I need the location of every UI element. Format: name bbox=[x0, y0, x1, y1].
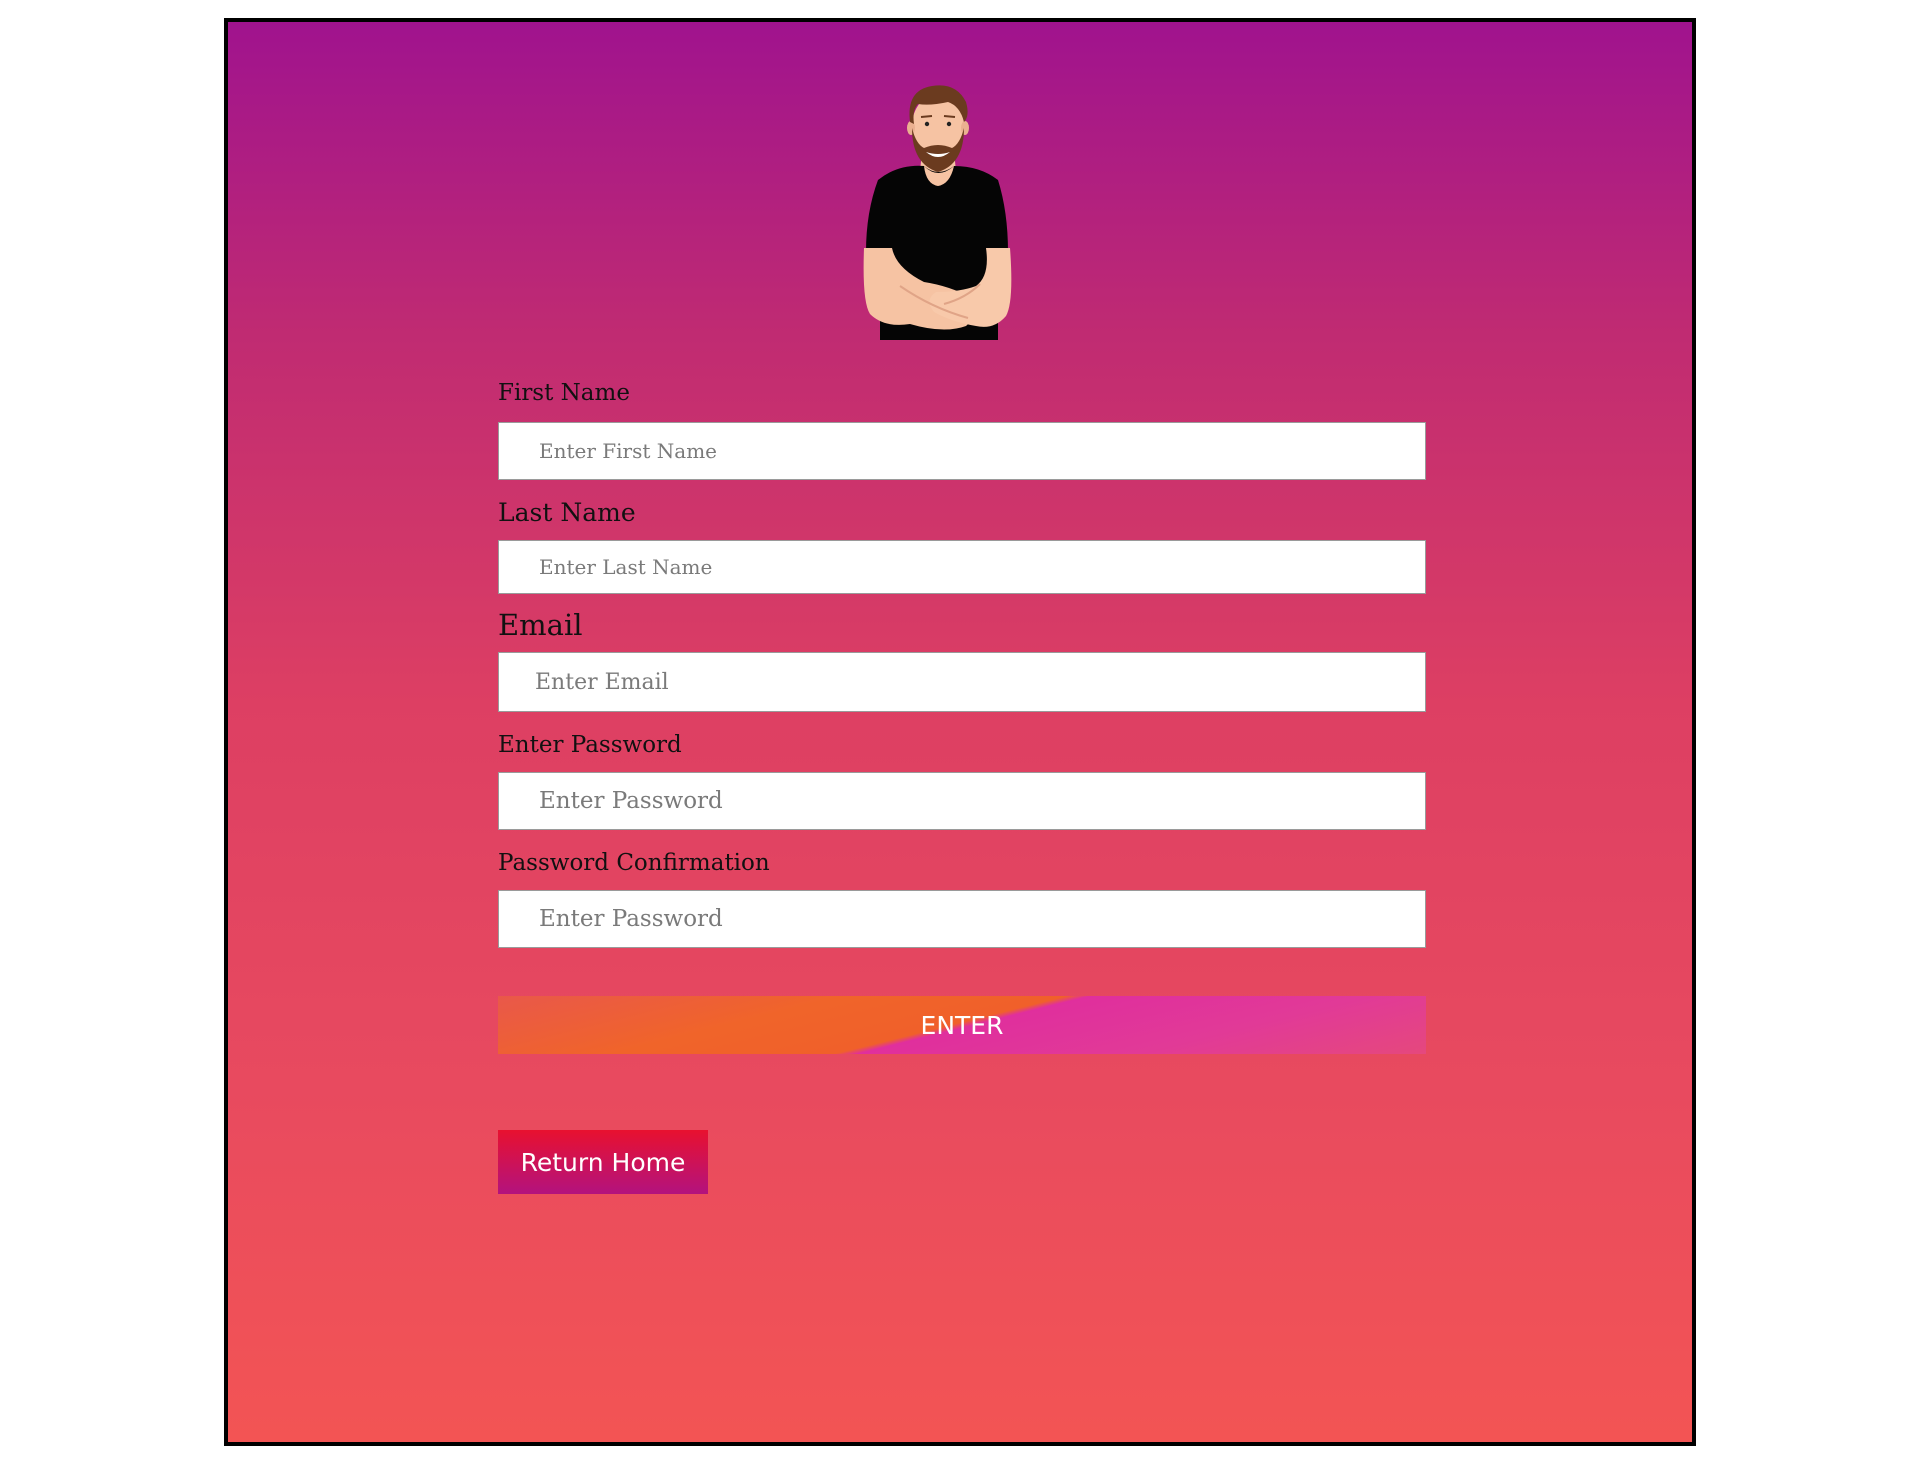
password-confirmation-input[interactable] bbox=[498, 890, 1426, 948]
man-avatar-icon bbox=[863, 85, 1012, 340]
enter-button[interactable]: ENTER bbox=[498, 996, 1426, 1054]
password-label: Enter Password bbox=[498, 732, 682, 758]
first-name-input[interactable] bbox=[498, 422, 1426, 480]
password-input[interactable] bbox=[498, 772, 1426, 830]
return-home-button[interactable]: Return Home bbox=[498, 1130, 708, 1194]
email-label: Email bbox=[498, 608, 583, 642]
first-name-label: First Name bbox=[498, 380, 630, 406]
email-input[interactable] bbox=[498, 652, 1426, 712]
password-confirmation-label: Password Confirmation bbox=[498, 850, 770, 876]
signup-panel: First Name Last Name Email Enter Passwor… bbox=[224, 18, 1696, 1446]
last-name-input[interactable] bbox=[498, 540, 1426, 594]
last-name-label: Last Name bbox=[498, 498, 636, 527]
